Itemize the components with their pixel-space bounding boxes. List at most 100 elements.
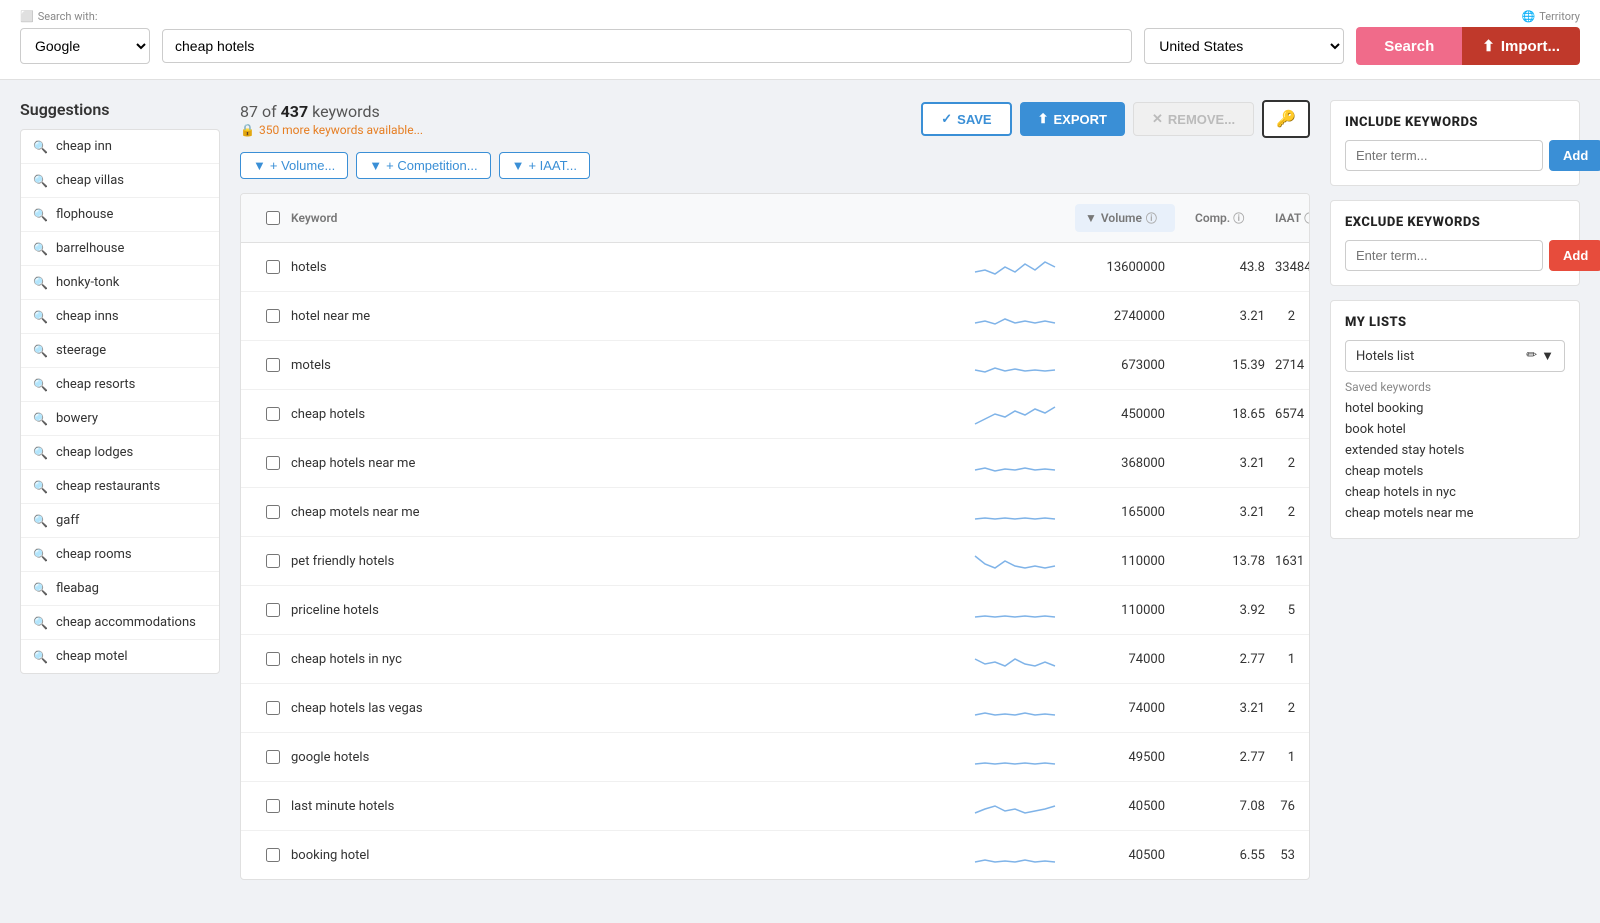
comp-cell: 3.21 <box>1195 701 1275 716</box>
search-button[interactable]: Search <box>1356 27 1462 65</box>
row-checkbox[interactable] <box>266 309 280 323</box>
row-checkbox[interactable] <box>266 799 280 813</box>
suggestion-label: steerage <box>56 343 106 358</box>
row-checkbox[interactable] <box>266 701 280 715</box>
suggestion-item[interactable]: 🔍bowery <box>21 402 219 436</box>
remove-button[interactable]: ✕ REMOVE... <box>1133 102 1254 136</box>
suggestion-item[interactable]: 🔍cheap lodges <box>21 436 219 470</box>
sparkline-cell <box>955 350 1075 380</box>
suggestion-item[interactable]: 🔍cheap inns <box>21 300 219 334</box>
suggestion-item[interactable]: 🔍cheap motel <box>21 640 219 673</box>
suggestion-search-icon: 🔍 <box>33 276 48 290</box>
import-button[interactable]: ⬆ Import... <box>1462 27 1580 65</box>
volume-cell: 74000 <box>1075 701 1175 716</box>
suggestion-item[interactable]: 🔍cheap rooms <box>21 538 219 572</box>
saved-keyword-item: cheap motels <box>1345 461 1565 482</box>
filter-button[interactable]: ▼ + IAAT... <box>499 152 590 179</box>
exclude-input-row: Add <box>1345 240 1565 271</box>
keywords-header: 87 of 437 keywords 🔒 350 more keywords a… <box>240 100 1310 138</box>
sparkline-cell <box>955 252 1075 282</box>
lock-icon: 🔒 <box>240 123 255 137</box>
row-checkbox[interactable] <box>266 603 280 617</box>
keyword-cell: cheap hotels in nyc <box>291 652 955 667</box>
comp-cell: 43.8 <box>1195 260 1275 275</box>
suggestion-item[interactable]: 🔍barrelhouse <box>21 232 219 266</box>
export-button[interactable]: ⬆ EXPORT <box>1020 102 1125 136</box>
keyword-input[interactable] <box>162 29 1132 63</box>
sort-icon: ▼ <box>1085 211 1097 225</box>
upload-icon: ⬆ <box>1482 37 1495 55</box>
suggestion-item[interactable]: 🔍cheap restaurants <box>21 470 219 504</box>
keyword-cell: google hotels <box>291 750 955 765</box>
mylist-dropdown[interactable]: Hotels list ✏ ▼ <box>1345 340 1565 372</box>
row-checkbox[interactable] <box>266 407 280 421</box>
table-row: motels 673000 15.39 2714 <box>241 341 1309 390</box>
suggestion-item[interactable]: 🔍steerage <box>21 334 219 368</box>
suggestion-item[interactable]: 🔍cheap accommodations <box>21 606 219 640</box>
pencil-icon[interactable]: ✏ <box>1526 348 1537 364</box>
filter-icon: ▼ <box>512 158 525 173</box>
filter-button[interactable]: ▼ + Volume... <box>240 152 348 179</box>
search-engine-select[interactable]: Google <box>20 28 150 64</box>
suggestion-label: cheap rooms <box>56 547 132 562</box>
include-title: INCLUDE KEYWORDS <box>1345 115 1565 130</box>
filter-bar: ▼ + Volume... ▼ + Competition... ▼ + IAAT.… <box>240 152 1310 179</box>
select-all-checkbox[interactable] <box>266 211 280 225</box>
suggestion-item[interactable]: 🔍cheap resorts <box>21 368 219 402</box>
suggestion-label: cheap lodges <box>56 445 133 460</box>
suggestion-item[interactable]: 🔍cheap villas <box>21 164 219 198</box>
exclude-add-button[interactable]: Add <box>1549 240 1600 271</box>
table-row: google hotels 49500 2.77 1 <box>241 733 1309 782</box>
key-button[interactable]: 🔑 <box>1262 100 1310 138</box>
right-panel: INCLUDE KEYWORDS Add EXCLUDE KEYWORDS Ad… <box>1330 100 1580 880</box>
table-row: cheap hotels las vegas 74000 3.21 2 <box>241 684 1309 733</box>
row-checkbox[interactable] <box>266 848 280 862</box>
comp-cell: 15.39 <box>1195 358 1275 373</box>
row-checkbox[interactable] <box>266 505 280 519</box>
table-row: pet friendly hotels 110000 13.78 1631 <box>241 537 1309 586</box>
iaat-cell: 53 <box>1275 848 1295 863</box>
iaat-cell: 1631 <box>1275 554 1295 569</box>
row-checkbox[interactable] <box>266 358 280 372</box>
include-add-button[interactable]: Add <box>1549 140 1600 171</box>
table-row: cheap hotels near me 368000 3.21 2 <box>241 439 1309 488</box>
filter-button[interactable]: ▼ + Competition... <box>356 152 490 179</box>
suggestion-search-icon: 🔍 <box>33 242 48 256</box>
suggestion-label: fleabag <box>56 581 99 596</box>
include-input[interactable] <box>1345 140 1543 171</box>
keyword-cell: priceline hotels <box>291 603 955 618</box>
saved-keywords-list: hotel bookingbook hotelextended stay hot… <box>1345 398 1565 524</box>
territory-label: Territory <box>1539 10 1580 23</box>
suggestion-label: cheap motel <box>56 649 128 664</box>
sparkline-cell <box>955 644 1075 674</box>
suggestion-item[interactable]: 🔍cheap inn <box>21 130 219 164</box>
suggestion-item[interactable]: 🔍gaff <box>21 504 219 538</box>
volume-cell: 49500 <box>1075 750 1175 765</box>
suggestion-item[interactable]: 🔍flophouse <box>21 198 219 232</box>
row-checkbox[interactable] <box>266 260 280 274</box>
suggestion-label: flophouse <box>56 207 113 222</box>
row-checkbox[interactable] <box>266 750 280 764</box>
col-iaat-header: IAAT ⓘ <box>1275 210 1295 226</box>
keyword-cell: hotels <box>291 260 955 275</box>
keywords-table: Keyword ▼ Volume ⓘ Comp. ⓘ IAAT ⓘ <box>240 193 1310 880</box>
volume-cell: 450000 <box>1075 407 1175 422</box>
row-checkbox[interactable] <box>266 652 280 666</box>
row-checkbox[interactable] <box>266 456 280 470</box>
territory-select[interactable]: United States <box>1144 28 1344 64</box>
sparkline-cell <box>955 693 1075 723</box>
volume-cell: 110000 <box>1075 554 1175 569</box>
row-checkbox[interactable] <box>266 554 280 568</box>
table-row: priceline hotels 110000 3.92 5 <box>241 586 1309 635</box>
save-button[interactable]: ✓ SAVE <box>921 102 1011 136</box>
suggestion-item[interactable]: 🔍honky-tonk <box>21 266 219 300</box>
keyword-cell: hotel near me <box>291 309 955 324</box>
suggestion-label: bowery <box>56 411 98 426</box>
volume-cell: 110000 <box>1075 603 1175 618</box>
iaat-cell: 2 <box>1275 309 1295 324</box>
suggestion-search-icon: 🔍 <box>33 616 48 630</box>
exclude-input[interactable] <box>1345 240 1543 271</box>
iaat-cell: 76 <box>1275 799 1295 814</box>
suggestion-item[interactable]: 🔍fleabag <box>21 572 219 606</box>
suggestion-label: cheap inn <box>56 139 112 154</box>
